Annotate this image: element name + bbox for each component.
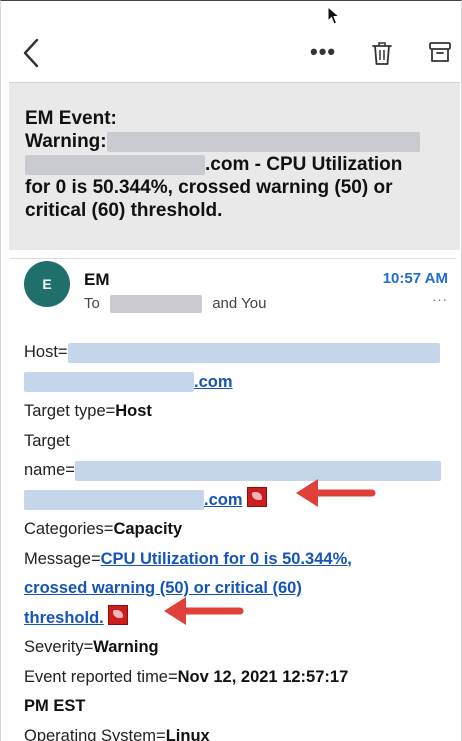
recipients-suffix: and You xyxy=(212,295,267,312)
message-link[interactable]: threshold. xyxy=(24,609,104,627)
recipients-to-label: To xyxy=(84,295,100,312)
archive-icon[interactable] xyxy=(428,40,452,64)
subject-line: .com - CPU Utilization xyxy=(25,153,445,176)
sender-row[interactable]: E EM To and You 10:57 AM ··· xyxy=(0,250,462,322)
os-label: Operating System= xyxy=(24,726,166,741)
target-name-label: name= xyxy=(24,461,75,479)
message-label: Message= xyxy=(24,549,101,568)
redacted-target-link[interactable] xyxy=(74,460,441,481)
event-time-value: Nov 12, 2021 12:57:17 xyxy=(177,667,349,686)
target-name-row: name= xyxy=(24,456,454,486)
message-row: Message=CPU Utilization for 0 is 50.344%… xyxy=(24,545,454,575)
broken-image-icon xyxy=(246,486,267,507)
host-link[interactable]: .com xyxy=(194,373,233,391)
host-row: Host= xyxy=(24,338,454,368)
subject-line: Warning: xyxy=(25,130,445,153)
message-link[interactable]: CPU Utilization for 0 is 50.344%, xyxy=(101,550,352,568)
redacted-host-link[interactable] xyxy=(67,342,440,363)
sender-more-button[interactable]: ··· xyxy=(432,292,448,307)
categories-label: Categories= xyxy=(24,520,114,538)
categories-value: Capacity xyxy=(113,520,183,538)
chevron-left-icon[interactable] xyxy=(20,36,44,70)
subject-header: EM Event: Warning: .com - CPU Utilizatio… xyxy=(9,82,460,250)
event-time-row-cont: PM EST xyxy=(24,692,454,722)
event-time-label: Event reported time= xyxy=(24,667,178,686)
email-toolbar: ••• xyxy=(0,0,462,82)
subject-warning-label: Warning: xyxy=(25,131,107,152)
redacted-hostname xyxy=(106,131,420,152)
subject-line: critical (60) threshold. xyxy=(25,200,223,221)
subject-line: for 0 is 50.344%, crossed warning (50) o… xyxy=(25,177,393,198)
email-body: Host= .com Target type=Host Target name=… xyxy=(24,338,454,741)
red-arrow-icon xyxy=(296,479,376,507)
avatar[interactable]: E xyxy=(24,261,70,307)
target-type-row: Target type=Host xyxy=(24,397,454,427)
recipients-line[interactable]: To and You xyxy=(84,295,267,314)
broken-image-icon xyxy=(107,604,128,625)
subject-line: EM Event: xyxy=(25,108,117,129)
redacted-host-link[interactable] xyxy=(24,372,194,393)
host-row-cont: .com xyxy=(24,368,454,398)
severity-label: Severity= xyxy=(24,638,94,656)
severity-value: Warning xyxy=(93,638,159,656)
host-label: Host= xyxy=(24,343,68,361)
redacted-recipient xyxy=(110,295,203,314)
target-name-row-cont: .com xyxy=(24,486,454,516)
os-value: Linux xyxy=(165,726,210,741)
email-subject: EM Event: Warning: .com - CPU Utilizatio… xyxy=(25,107,445,222)
severity-row: Severity=Warning xyxy=(24,633,454,663)
redacted-hostname xyxy=(25,154,205,175)
redacted-target-link[interactable] xyxy=(24,490,204,511)
os-row: Operating System=Linux xyxy=(24,722,454,741)
event-time-row: Event reported time=Nov 12, 2021 12:57:1… xyxy=(24,663,454,693)
target-type-label: Target type= xyxy=(24,402,116,420)
event-time-value-cont: PM EST xyxy=(24,697,86,715)
subject-line-text: .com - CPU Utilization xyxy=(205,154,403,175)
target-row: Target xyxy=(24,431,70,450)
red-arrow-icon xyxy=(164,597,244,625)
divider xyxy=(10,258,456,259)
categories-row: Categories=Capacity xyxy=(24,515,454,545)
target-type-value: Host xyxy=(115,402,152,420)
trash-icon[interactable] xyxy=(371,40,393,66)
sender-name: EM xyxy=(84,270,110,289)
more-options-button[interactable]: ••• xyxy=(310,40,340,64)
target-name-link[interactable]: .com xyxy=(204,491,243,509)
timestamp: 10:57 AM xyxy=(382,270,448,287)
